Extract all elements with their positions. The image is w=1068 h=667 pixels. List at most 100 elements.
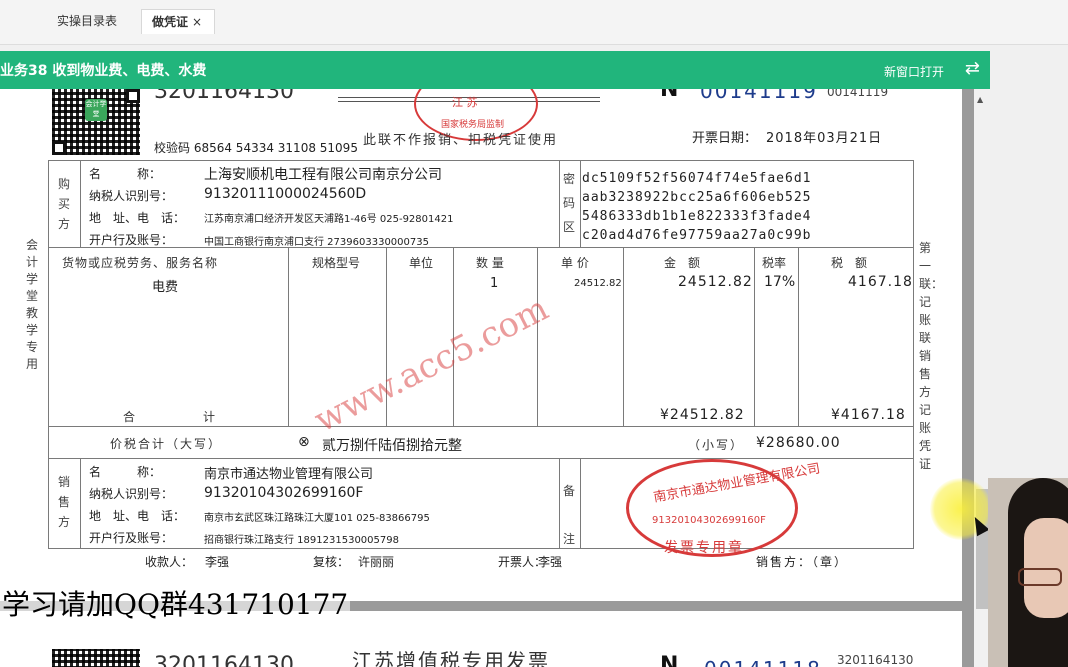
col-divider [798,247,799,427]
grand-small-value: ¥28680.00 [756,435,841,451]
border-left [48,160,49,549]
grand-total-mark: ⊗ [298,434,310,450]
item-amount: 24512.82 [678,274,753,290]
seller-bank: 招商银行珠江路支行 1891231530005798 [204,535,399,546]
col-rate-header: 税率 [762,256,787,270]
side-note-right: 第一联：记账联 销售方记账凭证 [919,241,944,471]
seller-tax-id: 91320104302699160F [204,485,364,501]
item-qty: 1 [490,276,499,291]
issue-date: 2018年03月21日 [766,131,883,146]
col-price-header: 单 价 [561,256,589,270]
issue-date-label: 开票日期： [692,131,758,146]
invoice2-no-label: N [660,653,679,667]
invoice2-serial: 00141118 [704,657,822,667]
glasses-icon [1018,568,1062,586]
seller-bank-label: 开户行及账号： [89,531,174,545]
border-items-bottom [48,426,914,427]
qr-finder-icon [52,141,66,155]
total-amount: ¥24512.82 [660,407,745,423]
border-top [48,160,914,161]
seal-bottom-text: 发票专用章 [664,540,744,556]
col-unit-header: 单位 [409,256,434,270]
invoice-code: 3201164130 [154,89,294,104]
buyer-group-divider [80,160,81,248]
remark-label: 备注 [563,484,576,546]
total-tax: ¥4167.18 [831,407,906,423]
buyer-bank-label: 开户行及账号： [89,233,174,247]
item-tax: 4167.18 [848,274,913,290]
col-divider [537,247,538,427]
tab-bar: 实操目录表 做凭证 × [0,0,1068,45]
col-qty-header: 数 量 [476,256,504,270]
col-item-header: 货物或应税劳务、服务名称 [62,256,219,270]
grand-total-label: 价税合计（大写） [110,437,223,451]
cipher-line: 5486333db1b1e822333f3fade4 [582,209,812,224]
seller-addr: 南京市玄武区珠江路珠江大厦101 025-83866795 [204,513,430,524]
payee-label: 收款人： [145,555,194,569]
buyer-bank: 中国工商银行南京浦口支行 2739603330000735 [204,237,429,248]
invoice-no-label: N [660,89,679,102]
seal-tax-id: 91320104302699160F [652,515,766,526]
seller-addr-label: 地 址、电 话： [89,509,186,523]
task-header: 业务38 收到物业费、电费、水费 新窗口打开 ⇄ [0,51,990,89]
invoice2-code-small: 3201164130 [837,653,914,667]
drawer: 李强 [538,555,563,569]
reviewer: 许丽丽 [358,555,395,569]
usage-note: 此联不作报销、扣税凭证使用 [363,133,559,148]
buyer-name-label: 名 称： [89,167,162,181]
col-amount-header: 金 额 [664,256,701,270]
invoice2-code: 3201164130 [154,653,294,667]
col-divider [288,247,289,427]
invoice2-title: 江苏增值税专用发票 [352,649,550,667]
grand-small-label: （小写） [688,438,745,452]
qr-logo: 会计学堂 [85,99,107,121]
buyer-tax-label: 纳税人识别号： [89,189,174,203]
cipher-line: c20ad4d76fe97759aa27a0c99b [582,228,812,243]
qr-code [52,649,140,667]
item-price: 24512.82 [574,278,622,289]
reviewer-label: 复核： [313,555,350,569]
document-viewer[interactable]: 会计学堂 3201164130 江 苏 国家税务局监制 N 00141119 0… [0,89,990,667]
payee: 李强 [205,555,230,569]
col-divider [623,247,624,427]
cipher-group-label: 密码区 [563,172,576,234]
col-divider [754,247,755,427]
qq-group-caption: 学习请加QQ群431710177 [0,583,351,623]
invoice-serial: 00141119 [700,89,818,103]
side-note-left: 会计学堂教学专用 [26,238,39,371]
watermark: www.acc5.com [308,288,555,441]
seller-name: 南京市通达物业管理有限公司 [204,467,374,482]
open-new-window-button[interactable]: 新窗口打开 [884,63,944,80]
close-icon[interactable]: × [192,15,202,29]
tab-voucher[interactable]: 做凭证 × [141,9,215,34]
seller-name-label: 名 称： [89,465,162,479]
buyer-addr-label: 地 址、电 话： [89,211,186,225]
item-rate: 17% [764,274,796,290]
item-name: 电费 [152,280,179,295]
seal-top-text: 江 苏 [452,96,478,109]
col-spec-header: 规格型号 [312,256,361,270]
border-right [913,160,914,549]
qr-finder-icon [126,89,140,103]
total-label: 合 [123,410,136,424]
col-tax-header: 税 额 [831,256,868,270]
seller-tax-label: 纳税人识别号： [89,487,174,501]
cipher-label-divider [580,160,581,248]
total-label: 计 [203,410,216,424]
seller-stamp-label: 销售方：（章） [756,555,849,569]
remark-label-divider [580,458,581,549]
scroll-up-icon[interactable]: ▲ [977,95,983,104]
check-code: 校验码 68564 54334 31108 51095 [154,141,358,155]
buyer-tax-id: 91320111000024560D [204,186,367,202]
invoice-serial-small: 00141119 [827,89,889,99]
seller-group-divider [80,458,81,549]
swap-icon[interactable]: ⇄ [965,58,980,79]
buyer-addr: 江苏南京浦口经济开发区天浦路1-46号 025-92801421 [204,214,454,225]
border-buyer-bottom [48,247,914,248]
remark-divider [559,458,560,549]
invoice-page: 会计学堂 3201164130 江 苏 国家税务局监制 N 00141119 0… [0,89,962,601]
tab-catalog[interactable]: 实操目录表 [47,9,133,34]
buyer-name: 上海安顺机电工程有限公司南京分公司 [204,167,442,183]
border-bottom [48,548,914,549]
cipher-divider [559,160,560,248]
